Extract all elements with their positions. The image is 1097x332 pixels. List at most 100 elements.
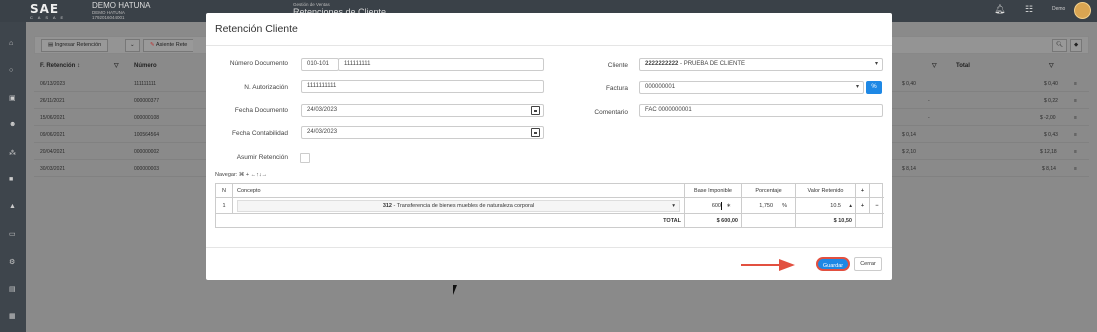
stepper-icon[interactable]: ∗ [726, 198, 731, 214]
numero-input[interactable]: 111111111 [338, 58, 544, 71]
avatar[interactable] [1074, 2, 1091, 19]
comentario-label: Comentario [594, 109, 628, 116]
cell-n: 1 [216, 198, 233, 214]
menu-icon[interactable]: ≡ [1074, 127, 1077, 143]
dropdown-toggle[interactable]: ⌄ [125, 39, 140, 52]
remove-row-button[interactable]: − [870, 198, 884, 214]
calendar-icon[interactable] [531, 128, 540, 137]
ingresar-retencion-button[interactable]: ▤ Ingresar Retención [41, 39, 109, 52]
mouse-cursor-icon [453, 285, 457, 295]
concepto-select[interactable]: 312 - Transferencia de bienes muebles de… [237, 200, 680, 212]
modal-footer-divider [206, 247, 892, 248]
comentario-input[interactable]: FAC 0000000001 [639, 104, 883, 117]
plus-icon: ▤ [48, 42, 55, 48]
network-icon[interactable]: ⁂ [9, 149, 16, 157]
col-fecha[interactable]: F. Retención ↕ [40, 60, 80, 73]
col-numero[interactable]: Número [134, 60, 157, 73]
concepto-code: 312 [382, 203, 392, 209]
cliente-select[interactable]: 2222222222 - PRUEBA DE CLIENTE ▾ [639, 58, 883, 71]
cell-concepto[interactable]: 312 - Transferencia de bienes muebles de… [233, 198, 685, 214]
cell-numero: 000000002 [134, 149, 160, 155]
sidebar: ⌂ ○ ▣ ☻ ⁂ ■ ▲ ▭ ⚙ ▤ ▦ [0, 22, 26, 332]
calendar-icon[interactable] [531, 106, 540, 115]
fecha-contabilidad-input[interactable]: 24/03/2023 [301, 126, 544, 139]
cell-base[interactable]: 600 ∗ [685, 198, 742, 214]
col-total[interactable]: Total [956, 60, 970, 73]
cell-value: $ 8,14 [902, 166, 916, 172]
briefcase-icon[interactable]: ▣ [9, 94, 16, 102]
asumir-retencion-checkbox[interactable] [300, 153, 310, 163]
report-icon[interactable]: ▦ [9, 312, 16, 320]
cell-porcentaje[interactable]: 1,750% [742, 198, 796, 214]
add-row-button[interactable]: + [856, 184, 870, 198]
bell-icon[interactable]: 🔔︎ [994, 4, 1005, 15]
annotation-arrow-icon [741, 259, 795, 271]
valor-value: 10.5 [830, 203, 841, 209]
apps-grid-icon[interactable]: ☷ [1025, 4, 1033, 15]
fecha-contabilidad-label: Fecha Contabilidad [231, 130, 288, 137]
menu-icon[interactable]: ≡ [1074, 93, 1077, 109]
cell-numero: 000000108 [134, 115, 160, 121]
cell-fecha: 26/11/2021 [40, 98, 65, 104]
cell-fecha: 15/06/2021 [40, 115, 66, 121]
calendar-icon[interactable]: ▤ [9, 285, 16, 293]
cell-total: $ -2,00 [1040, 115, 1056, 121]
factura-percent-button[interactable]: % [866, 81, 882, 94]
cerrar-button[interactable]: Cerrar [854, 257, 882, 271]
cell-valor[interactable]: 10.5 ▴ [796, 198, 856, 214]
cell-value: - [928, 115, 930, 121]
clear-filter-icon[interactable]: ◆ [1070, 39, 1083, 52]
car-icon[interactable]: ▲ [9, 203, 16, 210]
search-icon[interactable]: 🔍︎ [1052, 39, 1067, 52]
porcentaje-value: 1,750 [759, 203, 773, 209]
total-valor: $ 10,50 [796, 214, 856, 228]
menu-icon[interactable]: ≡ [1074, 161, 1077, 177]
user-name[interactable]: Demo [1052, 6, 1065, 12]
total-spacer [742, 214, 796, 228]
asiento-retencion-button[interactable]: ✎ Asiente Rete [143, 39, 194, 52]
col-n: N [216, 184, 233, 198]
percent-sign: % [782, 203, 787, 209]
autorizacion-label: N. Autorización [244, 84, 288, 91]
chevron-down-icon: ▾ [874, 61, 878, 67]
users-icon[interactable]: ☻ [9, 121, 16, 128]
menu-icon[interactable]: ≡ [1074, 76, 1077, 92]
menu-icon[interactable]: ≡ [1074, 110, 1077, 126]
cell-numero: 100564564 [134, 132, 160, 138]
stepper-icon[interactable]: ▴ [849, 198, 852, 214]
col-base-imponible: Base Imponible [685, 184, 742, 198]
settings-icon[interactable]: ⚙ [9, 258, 15, 266]
autorizacion-input[interactable]: 1111111111 [301, 80, 544, 93]
gauge-icon[interactable]: ○ [9, 67, 13, 74]
factura-label: Factura [605, 85, 628, 92]
fecha-documento-label: Fecha Documento [234, 107, 288, 114]
filter-icon[interactable]: ▽ [932, 60, 937, 73]
cell-value: - [928, 98, 930, 104]
add-row-button[interactable]: + [856, 198, 870, 214]
factura-select[interactable]: 000000001 ▾ [639, 81, 864, 94]
concepto-text: - Transferencia de bienes muebles de nat… [392, 203, 535, 209]
cell-fecha: 30/03/2021 [40, 166, 66, 172]
box-icon[interactable]: ■ [9, 176, 13, 183]
cliente-label: Cliente [607, 62, 628, 69]
modal-divider [206, 45, 892, 46]
home-icon[interactable]: ⌂ [9, 40, 13, 47]
guardar-button[interactable]: Guardar [816, 257, 850, 271]
card-icon[interactable]: ▭ [9, 230, 16, 238]
retencion-modal: Retención Cliente Número Documento 010-1… [206, 13, 892, 280]
cell-numero: 000000377 [134, 98, 160, 104]
asiento-retencion-label: Asiente Rete [155, 42, 188, 48]
cell-numero: 111111111 [134, 81, 157, 87]
company-subtitle: DEMO HATUNA 1792016044001 [92, 10, 125, 20]
company-sub-line2: 1792016044001 [92, 15, 125, 20]
base-value: 600 [711, 203, 721, 209]
text-cursor [721, 202, 722, 210]
asumir-retencion-label: Asumir Retención [236, 154, 288, 161]
serie-input[interactable]: 010-101 [301, 58, 339, 71]
menu-icon[interactable]: ≡ [1074, 144, 1077, 160]
header-spacer [870, 184, 884, 198]
filter-icon[interactable]: ▽ [114, 60, 119, 73]
fecha-documento-input[interactable]: 24/03/2023 [301, 104, 544, 117]
app-logo-subtitle: C A S A E [30, 15, 66, 20]
filter-icon[interactable]: ▽ [1049, 60, 1054, 73]
